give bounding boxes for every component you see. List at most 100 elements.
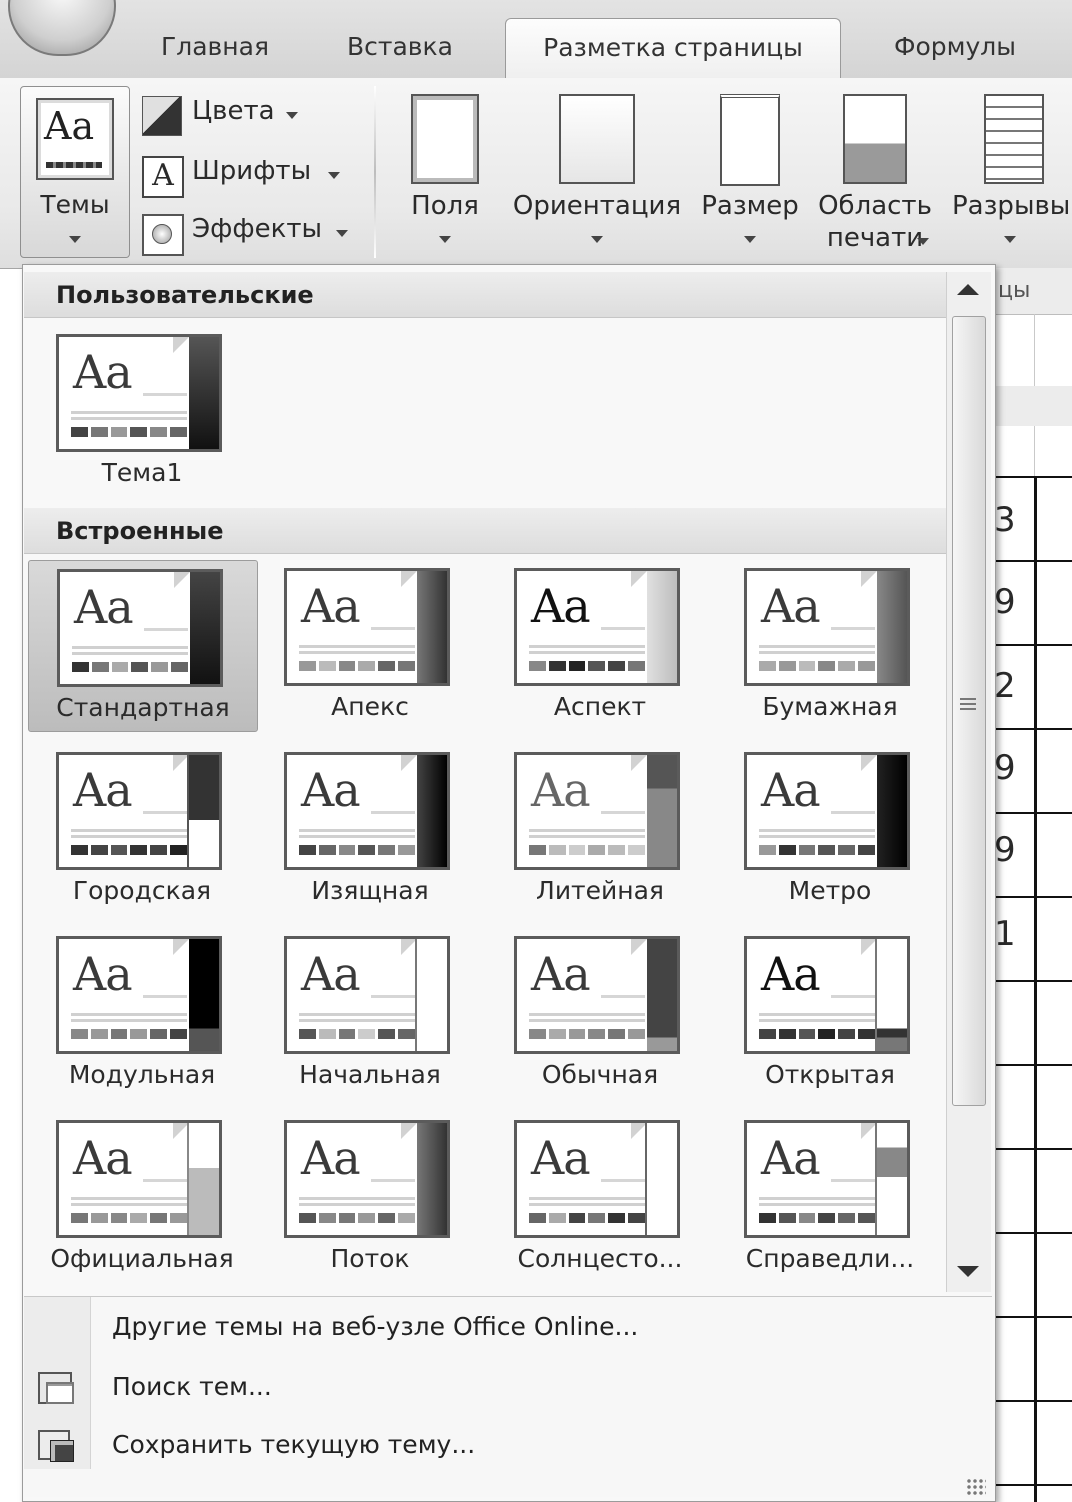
theme-thumbnail: Aa: [744, 752, 910, 870]
theme-tile-apex[interactable]: Aa Апекс: [256, 560, 484, 730]
grid-line: [990, 476, 1072, 478]
theme-thumbnail: Aa: [744, 568, 910, 686]
more-themes-online-label: Другие темы на веб-узле Office Online...: [112, 1312, 639, 1341]
colors-icon: [142, 96, 182, 136]
theme-name: Бумажная: [762, 692, 898, 721]
theme-tile-foundry[interactable]: Aa Литейная: [486, 744, 714, 914]
themes-label: Темы: [40, 190, 110, 219]
size-button[interactable]: Размер: [698, 94, 802, 254]
theme-name: Изящная: [311, 876, 429, 905]
grid-line: [990, 560, 1072, 562]
theme-thumbnail: Aa: [744, 936, 910, 1054]
grid-line: [990, 1232, 1072, 1234]
theme-tile-open[interactable]: Aa Открытая: [716, 928, 944, 1098]
save-theme-icon: [36, 1428, 76, 1464]
theme-thumbnail: Aa: [514, 1120, 680, 1238]
theme-tile-tema1[interactable]: Aa Тема1: [28, 326, 256, 496]
orientation-button[interactable]: Ориентация: [505, 94, 689, 254]
theme-thumbnail: Aa: [56, 334, 222, 452]
theme-tile-office[interactable]: Aa Обычная: [486, 928, 714, 1098]
cell-value: 9: [994, 582, 1016, 622]
grid-line: [990, 896, 1072, 898]
chevron-down-icon: [916, 238, 929, 245]
margins-label: Поля: [411, 191, 479, 221]
theme-name: Открытая: [765, 1060, 895, 1089]
builtin-themes-header: Встроенные: [24, 508, 946, 554]
chevron-down-icon: [328, 172, 340, 179]
ribbon-group-separator: [374, 86, 376, 258]
column-header: [990, 386, 1072, 426]
grid-line: [1034, 478, 1037, 1502]
print-area-label-line2: печати: [826, 223, 924, 253]
theme-thumbnail: Aa: [284, 752, 450, 870]
grid-line: [990, 1484, 1072, 1486]
theme-thumbnail: Aa: [56, 1120, 222, 1238]
theme-tile-modular[interactable]: Aa Модульная: [28, 928, 256, 1098]
theme-name: Городская: [72, 876, 212, 905]
chevron-down-icon: [286, 112, 298, 119]
ribbon-group-label: цы: [990, 268, 1072, 315]
print-area-button[interactable]: Область печати: [812, 94, 938, 254]
more-themes-online-item[interactable]: Другие темы на веб-узле Office Online...: [112, 1312, 638, 1341]
fonts-label: Шрифты: [192, 156, 312, 186]
size-label: Размер: [701, 191, 799, 221]
print-area-icon: [843, 94, 907, 184]
page-size-icon: [720, 94, 780, 186]
tab-page-layout[interactable]: Разметка страницы: [505, 18, 841, 79]
grid-line: [990, 644, 1072, 646]
theme-tile-equity[interactable]: Aa Справедли...: [716, 1112, 944, 1282]
save-current-theme-label: Сохранить текущую тему...: [112, 1430, 476, 1459]
chevron-down-icon: [744, 236, 756, 243]
theme-name: Поток: [330, 1244, 410, 1273]
chevron-down-icon: [336, 230, 348, 237]
chevron-down-icon: [439, 236, 451, 243]
breaks-button[interactable]: Разрывы: [948, 94, 1072, 254]
theme-thumbnail: Aa: [284, 568, 450, 686]
theme-tile-solstice[interactable]: Aa Солнцесто...: [486, 1112, 714, 1282]
theme-effects-button[interactable]: Эффекты: [140, 208, 360, 258]
theme-name: Солнцесто...: [517, 1244, 683, 1273]
effects-label: Эффекты: [192, 214, 322, 244]
theme-tile-flow[interactable]: Aa Поток: [256, 1112, 484, 1282]
margins-button[interactable]: Поля: [400, 94, 490, 254]
orientation-icon: [559, 94, 635, 184]
browse-themes-item[interactable]: Поиск тем...: [112, 1372, 272, 1401]
tab-insert[interactable]: Вставка: [325, 18, 475, 76]
colors-label: Цвета: [192, 96, 275, 126]
theme-name: Справедли...: [745, 1244, 915, 1273]
theme-thumbnail: Aa: [514, 568, 680, 686]
theme-tile-formal[interactable]: Aa Официальная: [28, 1112, 256, 1282]
scroll-down-icon[interactable]: [957, 1266, 979, 1277]
grid-line: [990, 728, 1072, 730]
grid-line: [990, 1316, 1072, 1318]
resize-grip-icon[interactable]: [966, 1478, 986, 1496]
theme-tile-metro[interactable]: Aa Метро: [716, 744, 944, 914]
theme-thumbnail: Aa: [56, 752, 222, 870]
fonts-icon: A: [142, 156, 184, 198]
grid-line: [990, 1148, 1072, 1150]
grid-line: [990, 980, 1072, 982]
theme-tile-urban[interactable]: Aa Городская: [28, 744, 256, 914]
theme-name: Метро: [788, 876, 872, 905]
tab-formulas[interactable]: Формулы: [870, 18, 1040, 76]
theme-tile-standard[interactable]: Aa Стандартная: [28, 560, 258, 732]
theme-name: Литейная: [536, 876, 664, 905]
orientation-label: Ориентация: [512, 191, 682, 221]
print-area-label-line1: Область: [818, 191, 932, 221]
breaks-icon: [984, 94, 1044, 184]
scroll-up-icon[interactable]: [957, 284, 979, 295]
tab-home[interactable]: Главная: [140, 18, 290, 76]
save-current-theme-item[interactable]: Сохранить текущую тему...: [112, 1430, 475, 1459]
theme-thumbnail: Aa: [56, 936, 222, 1054]
theme-fonts-button[interactable]: A Шрифты: [140, 150, 360, 200]
theme-thumbnail: Aa: [514, 936, 680, 1054]
theme-tile-origin[interactable]: Aa Начальная: [256, 928, 484, 1098]
cell-value: 2: [994, 666, 1016, 706]
grid-line: [990, 1400, 1072, 1402]
browse-folder-icon: [36, 1370, 76, 1406]
grip-icon: [960, 698, 976, 712]
theme-tile-elegant[interactable]: Aa Изящная: [256, 744, 484, 914]
theme-colors-button[interactable]: Цвета: [140, 90, 360, 140]
theme-tile-aspect[interactable]: Aa Аспект: [486, 560, 714, 730]
theme-tile-paper[interactable]: Aa Бумажная: [716, 560, 944, 730]
